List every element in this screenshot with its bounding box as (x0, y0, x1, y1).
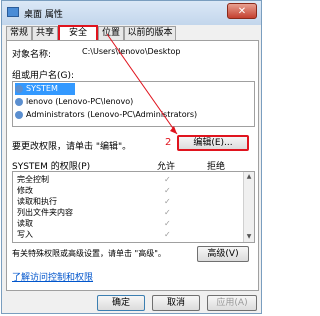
properties-window: 桌面 属性 ✕ 常规 共享 安全 位置 以前的版本 对象名称: C:\Users… (1, 0, 262, 314)
close-button[interactable]: ✕ (227, 3, 257, 19)
perm-read-execute: 读取和执行 ✓ (17, 197, 171, 206)
tab-sharing[interactable]: 共享 (32, 26, 58, 40)
scroll-up-icon[interactable]: ▲ (244, 172, 254, 182)
perm-read: 读取 ✓ (17, 219, 171, 228)
user-item-administrators[interactable]: Administrators (Lenovo-PC\Administrators… (15, 109, 197, 121)
perm-modify: 修改 ✓ (17, 186, 171, 195)
object-name-value: C:\Users\lenovo\Desktop (82, 47, 181, 56)
advanced-button[interactable]: 高级(V) (197, 246, 249, 262)
check-icon: ✓ (164, 219, 171, 228)
permissions-list: 完全控制 ✓ 修改 ✓ 读取和执行 ✓ 列出文件夹内容 ✓ 读取 ✓ 写入 ✓ ▲ ▼ (12, 171, 255, 243)
perm-list-folder: 列出文件夹内容 ✓ (17, 208, 171, 217)
check-icon: ✓ (164, 186, 171, 195)
tab-general[interactable]: 常规 (6, 26, 32, 40)
check-icon: ✓ (164, 175, 171, 184)
perm-write: 写入 ✓ (17, 230, 171, 239)
users-icon (15, 110, 23, 119)
user-icon (15, 97, 23, 106)
user-item-lenovo[interactable]: lenovo (Lenovo-PC\lenovo) (15, 96, 133, 108)
learn-more-link[interactable]: 了解访问控制和权限 (12, 270, 93, 283)
object-name-label: 对象名称: (12, 50, 52, 60)
folder-icon (7, 7, 19, 17)
group-label: 组或用户名(G): (12, 71, 75, 81)
edit-button[interactable]: 编辑(E)... (177, 135, 249, 151)
tab-previous-versions[interactable]: 以前的版本 (124, 26, 176, 40)
users-icon (15, 84, 23, 93)
tab-security[interactable]: 安全 (58, 25, 98, 41)
user-item-system[interactable]: SYSTEM (15, 83, 75, 95)
cancel-button[interactable]: 取消 (152, 295, 200, 311)
user-list[interactable]: SYSTEM lenovo (Lenovo-PC\lenovo) Adminis… (12, 81, 255, 127)
edit-prompt: 要更改权限，请单击 "编辑"。 (12, 142, 132, 152)
special-prompt: 有关特殊权限或高级设置，请单击 "高级"。 (12, 249, 166, 258)
check-icon: ✓ (164, 197, 171, 206)
window-title: 桌面 属性 (24, 10, 63, 20)
security-panel: 对象名称: C:\Users\lenovo\Desktop 组或用户名(G): … (6, 40, 259, 291)
permissions-scrollbar[interactable]: ▲ ▼ (243, 172, 254, 242)
check-icon: ✓ (164, 208, 171, 217)
ok-button[interactable]: 确定 (97, 295, 145, 311)
scroll-down-icon[interactable]: ▼ (244, 232, 254, 242)
perm-full-control: 完全控制 ✓ (17, 175, 171, 184)
apply-button[interactable]: 应用(A) (207, 295, 257, 311)
title-bar: 桌面 属性 ✕ (2, 1, 261, 25)
check-icon: ✓ (164, 230, 171, 239)
tab-location[interactable]: 位置 (98, 26, 124, 40)
annotation-number: 2 (165, 137, 172, 148)
